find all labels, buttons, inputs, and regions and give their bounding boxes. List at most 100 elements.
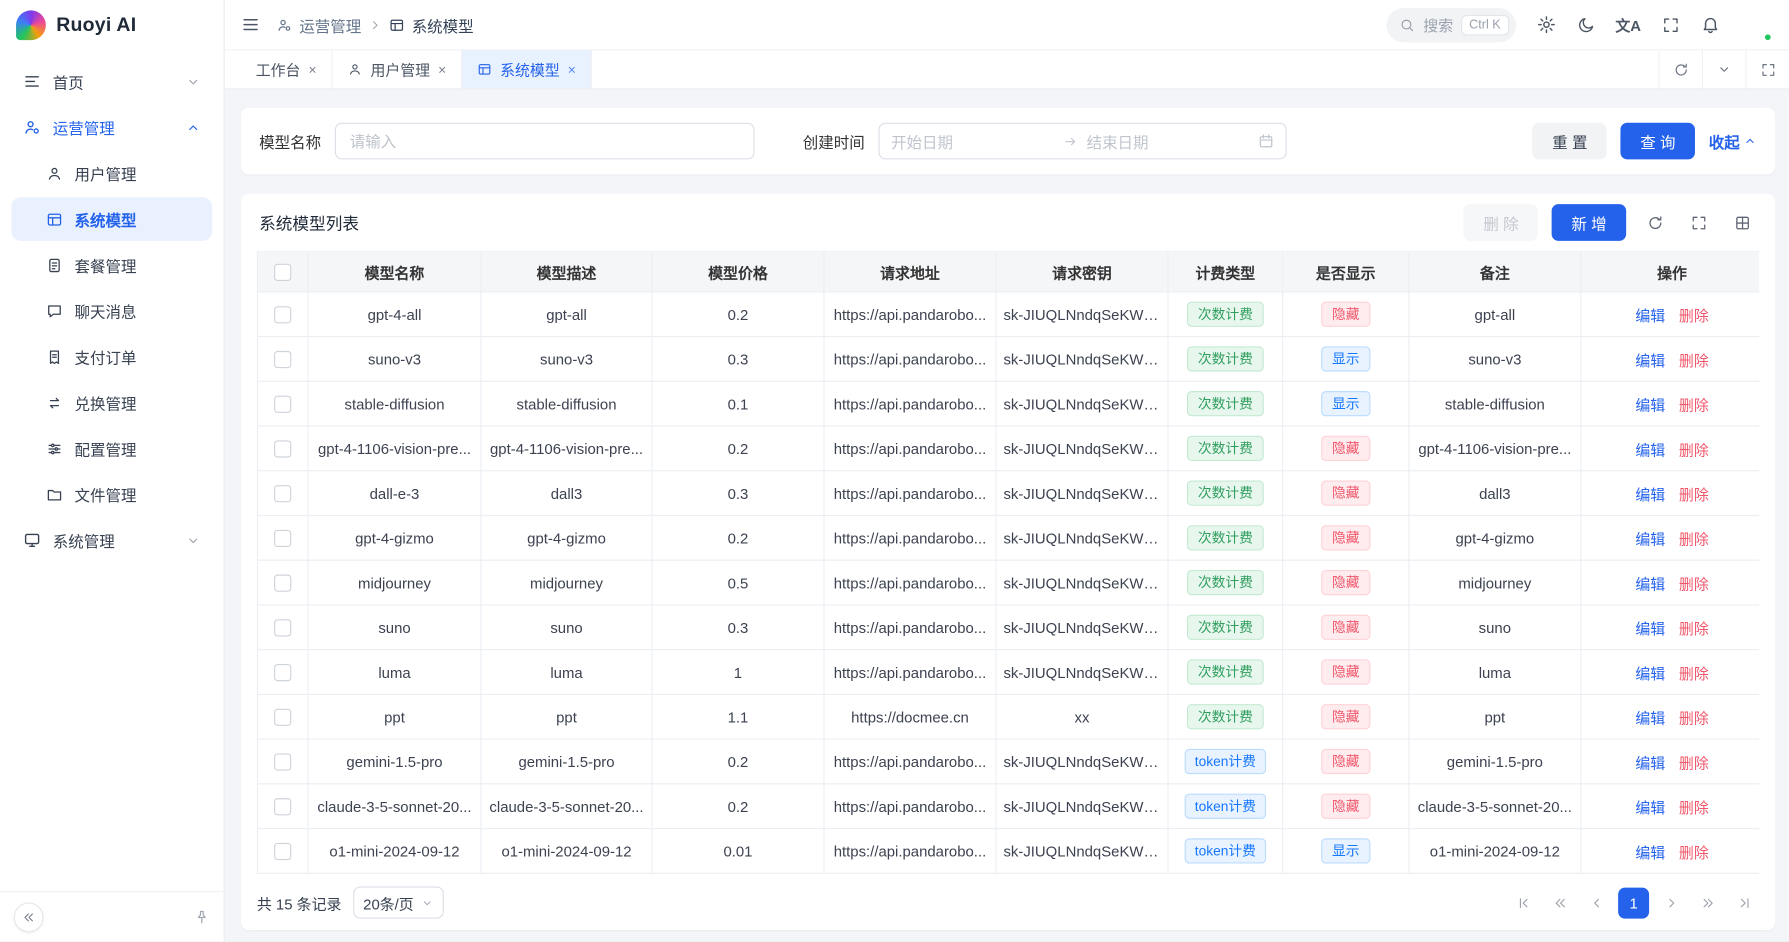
language-button[interactable]: 文A xyxy=(1615,14,1641,36)
fullscreen-button[interactable] xyxy=(1662,15,1680,33)
row-checkbox[interactable] xyxy=(274,664,291,681)
delete-link[interactable]: 删除 xyxy=(1679,799,1709,816)
tab-user-management[interactable]: 用户管理 xyxy=(333,50,463,88)
edit-link[interactable]: 编辑 xyxy=(1635,441,1665,458)
edit-link[interactable]: 编辑 xyxy=(1635,754,1665,771)
row-checkbox[interactable] xyxy=(274,351,291,368)
sidebar-item-chat-messages[interactable]: 聊天消息 xyxy=(11,289,212,333)
edit-link[interactable]: 编辑 xyxy=(1635,307,1665,324)
tab-workbench[interactable]: 工作台 xyxy=(241,50,333,88)
delete-link[interactable]: 删除 xyxy=(1679,665,1709,682)
collapse-filter-link[interactable]: 收起 xyxy=(1709,130,1757,153)
row-checkbox[interactable] xyxy=(274,798,291,815)
edit-link[interactable]: 编辑 xyxy=(1635,620,1665,637)
delete-link[interactable]: 删除 xyxy=(1679,486,1709,503)
row-checkbox[interactable] xyxy=(274,530,291,547)
billing-type-cell: 次数计费 xyxy=(1168,337,1283,382)
row-checkbox[interactable] xyxy=(274,440,291,457)
sidebar-item-operations[interactable]: 运营管理 xyxy=(11,106,212,150)
actions-cell: 编辑删除 xyxy=(1581,784,1759,829)
sidebar-item-system-management[interactable]: 系统管理 xyxy=(11,518,212,562)
row-checkbox[interactable] xyxy=(274,485,291,502)
sidebar-item-file-management[interactable]: 文件管理 xyxy=(11,472,212,516)
last-page-button[interactable] xyxy=(1729,888,1759,918)
sidebar-item-package-management[interactable]: 套餐管理 xyxy=(11,243,212,287)
delete-link[interactable]: 删除 xyxy=(1679,441,1709,458)
add-button[interactable]: 新 增 xyxy=(1552,204,1626,241)
edit-link[interactable]: 编辑 xyxy=(1635,486,1665,503)
pin-icon[interactable] xyxy=(194,909,210,925)
table-fullscreen-button[interactable] xyxy=(1684,214,1714,231)
sidebar-item-label: 系统管理 xyxy=(53,529,115,552)
first-page-button[interactable] xyxy=(1508,888,1538,918)
delete-link[interactable]: 删除 xyxy=(1679,396,1709,413)
notifications-button[interactable] xyxy=(1701,15,1720,34)
sidebar-item-label: 文件管理 xyxy=(75,483,137,506)
edit-link[interactable]: 编辑 xyxy=(1635,799,1665,816)
edit-link[interactable]: 编辑 xyxy=(1635,530,1665,547)
delete-link[interactable]: 删除 xyxy=(1679,754,1709,771)
row-checkbox[interactable] xyxy=(274,575,291,592)
close-icon[interactable] xyxy=(438,63,446,77)
sidebar-item-home[interactable]: 首页 xyxy=(11,60,212,104)
row-checkbox[interactable] xyxy=(274,843,291,860)
current-page-button[interactable]: 1 xyxy=(1618,887,1649,918)
delete-link[interactable]: 删除 xyxy=(1679,351,1709,368)
edit-link[interactable]: 编辑 xyxy=(1635,575,1665,592)
tab-system-model[interactable]: 系统模型 xyxy=(462,50,592,88)
edit-link[interactable]: 编辑 xyxy=(1635,709,1665,726)
breadcrumb-operations[interactable]: 运营管理 xyxy=(276,13,361,36)
row-checkbox[interactable] xyxy=(274,619,291,636)
refresh-table-button[interactable] xyxy=(1640,214,1670,231)
edit-link[interactable]: 编辑 xyxy=(1635,843,1665,860)
global-search[interactable]: 搜索 Ctrl K xyxy=(1387,7,1516,41)
close-icon[interactable] xyxy=(568,63,576,77)
delete-link[interactable]: 删除 xyxy=(1679,530,1709,547)
row-checkbox[interactable] xyxy=(274,709,291,726)
row-checkbox[interactable] xyxy=(274,753,291,770)
query-button[interactable]: 查 询 xyxy=(1621,123,1695,160)
theme-toggle-button[interactable] xyxy=(1576,15,1594,33)
select-all-checkbox[interactable] xyxy=(274,264,291,281)
prev-page-button[interactable] xyxy=(1581,888,1611,918)
package-doc-icon xyxy=(46,256,63,273)
back-five-pages-button[interactable] xyxy=(1545,888,1575,918)
sidebar-item-redeem-management[interactable]: 兑换管理 xyxy=(11,381,212,425)
settings-button[interactable] xyxy=(1536,15,1555,34)
close-icon[interactable] xyxy=(309,63,317,77)
reset-button[interactable]: 重 置 xyxy=(1533,123,1607,160)
sidebar-item-system-model[interactable]: 系统模型 xyxy=(11,197,212,241)
next-page-button[interactable] xyxy=(1656,888,1686,918)
user-avatar[interactable] xyxy=(1741,10,1771,40)
edit-link[interactable]: 编辑 xyxy=(1635,351,1665,368)
menu-toggle-button[interactable] xyxy=(241,15,260,34)
edit-link[interactable]: 编辑 xyxy=(1635,396,1665,413)
batch-delete-button[interactable]: 删 除 xyxy=(1464,204,1538,241)
model-name-cell: gpt-4-1106-vision-pre... xyxy=(308,426,481,471)
delete-link[interactable]: 删除 xyxy=(1679,575,1709,592)
content-fullscreen-button[interactable] xyxy=(1745,50,1789,88)
sidebar-collapse-button[interactable] xyxy=(14,902,44,932)
delete-link[interactable]: 删除 xyxy=(1679,709,1709,726)
edit-link[interactable]: 编辑 xyxy=(1635,665,1665,682)
date-range-picker[interactable]: 开始日期 结束日期 xyxy=(878,123,1286,160)
table-row: o1-mini-2024-09-12 o1-mini-2024-09-12 0.… xyxy=(257,829,1759,874)
delete-link[interactable]: 删除 xyxy=(1679,620,1709,637)
table-row: gpt-4-all gpt-all 0.2 https://api.pandar… xyxy=(257,292,1759,337)
sidebar-item-config-management[interactable]: 配置管理 xyxy=(11,427,212,471)
logo[interactable]: Ruoyi AI xyxy=(0,0,224,50)
breadcrumb-system-model[interactable]: 系统模型 xyxy=(389,13,474,36)
sidebar-item-payment-orders[interactable]: 支付订单 xyxy=(11,335,212,379)
row-checkbox[interactable] xyxy=(274,396,291,413)
delete-link[interactable]: 删除 xyxy=(1679,307,1709,324)
refresh-tab-button[interactable] xyxy=(1658,50,1702,88)
column-header: 请求地址 xyxy=(824,252,996,292)
row-checkbox[interactable] xyxy=(274,306,291,323)
tab-menu-button[interactable] xyxy=(1702,50,1746,88)
delete-link[interactable]: 删除 xyxy=(1679,843,1709,860)
page-size-select[interactable]: 20条/页 xyxy=(353,886,444,918)
forward-five-pages-button[interactable] xyxy=(1693,888,1723,918)
column-settings-button[interactable] xyxy=(1727,214,1757,231)
sidebar-item-user-management[interactable]: 用户管理 xyxy=(11,151,212,195)
model-name-input[interactable] xyxy=(335,123,755,160)
